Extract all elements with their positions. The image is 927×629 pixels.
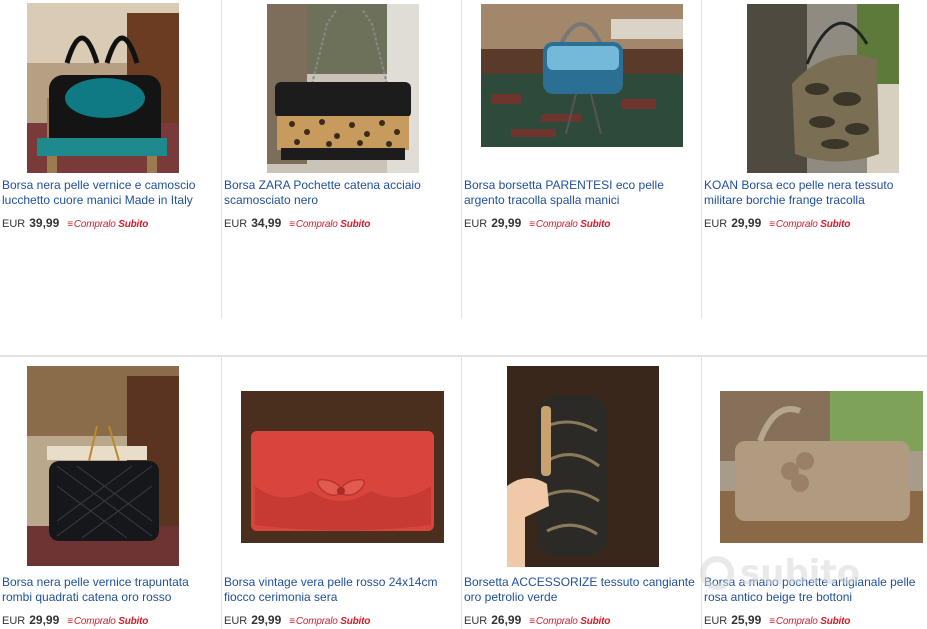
subito-watermark: subito: [700, 548, 880, 598]
currency: EUR: [224, 615, 248, 627]
product-image[interactable]: [241, 391, 444, 543]
listing-title[interactable]: Borsa nera pelle vernice e camoscio lucc…: [2, 178, 215, 208]
listing-title[interactable]: KOAN Borsa eco pelle nera tessuto milita…: [704, 178, 921, 208]
price-value: 29,99: [491, 216, 522, 230]
currency: EUR: [464, 218, 488, 230]
listing-title[interactable]: Borsa nera pelle vernice trapuntata romb…: [2, 575, 215, 605]
watermark-text: subito: [740, 553, 861, 593]
listing-card[interactable]: Borsa vintage vera pelle rosso 24x14cm f…: [222, 357, 462, 629]
product-image[interactable]: [747, 4, 899, 173]
listing-card[interactable]: Borsetta ACCESSORIZE tessuto cangiante o…: [462, 357, 702, 629]
arrow-icon: ≡: [769, 219, 775, 230]
listing-card[interactable]: Borsa nera pelle vernice e camoscio lucc…: [0, 0, 222, 318]
price: EUR 26,99 ≡Compralo Subito: [464, 613, 610, 627]
listing-card[interactable]: Borsa borsetta PARENTESI eco pelle argen…: [462, 0, 702, 318]
currency: EUR: [704, 615, 728, 627]
price: EUR 34,99 ≡Compralo Subito: [224, 216, 370, 230]
arrow-icon: ≡: [529, 616, 535, 627]
listing-card[interactable]: Borsa nera pelle vernice trapuntata romb…: [0, 357, 222, 629]
listing-grid: Borsa nera pelle vernice e camoscio lucc…: [0, 0, 927, 629]
buy-now-badge[interactable]: ≡Compralo Subito: [67, 219, 148, 230]
currency: EUR: [2, 615, 26, 627]
price: EUR 29,99 ≡Compralo Subito: [2, 613, 148, 627]
price-value: 29,99: [731, 216, 762, 230]
price-value: 29,99: [251, 613, 282, 627]
arrow-icon: ≡: [289, 616, 295, 627]
buy-now-badge[interactable]: ≡Compralo Subito: [289, 219, 370, 230]
listing-card[interactable]: KOAN Borsa eco pelle nera tessuto milita…: [702, 0, 927, 318]
buy-now-badge[interactable]: ≡Compralo Subito: [289, 616, 370, 627]
listing-title[interactable]: Borsa vintage vera pelle rosso 24x14cm f…: [224, 575, 455, 605]
currency: EUR: [2, 218, 26, 230]
price: EUR 29,99 ≡Compralo Subito: [464, 216, 610, 230]
buy-now-badge[interactable]: ≡Compralo Subito: [769, 219, 850, 230]
currency: EUR: [704, 218, 728, 230]
price-value: 25,99: [731, 613, 762, 627]
price-value: 39,99: [29, 216, 60, 230]
currency: EUR: [224, 218, 248, 230]
product-image[interactable]: [267, 4, 419, 173]
price-value: 26,99: [491, 613, 522, 627]
listing-card[interactable]: Borsa ZARA Pochette catena acciaio scamo…: [222, 0, 462, 318]
buy-now-badge[interactable]: ≡Compralo Subito: [529, 616, 610, 627]
buy-now-badge[interactable]: ≡Compralo Subito: [67, 616, 148, 627]
price: EUR 29,99 ≡Compralo Subito: [704, 216, 850, 230]
buy-now-badge[interactable]: ≡Compralo Subito: [769, 616, 850, 627]
product-image[interactable]: [27, 3, 179, 173]
price-value: 34,99: [251, 216, 282, 230]
listing-title[interactable]: Borsa borsetta PARENTESI eco pelle argen…: [464, 178, 695, 208]
buy-now-badge[interactable]: ≡Compralo Subito: [529, 219, 610, 230]
listing-title[interactable]: Borsetta ACCESSORIZE tessuto cangiante o…: [464, 575, 695, 605]
listing-title[interactable]: Borsa ZARA Pochette catena acciaio scamo…: [224, 178, 455, 208]
product-image[interactable]: [481, 4, 683, 147]
price: EUR 29,99 ≡Compralo Subito: [224, 613, 370, 627]
product-image[interactable]: [27, 366, 179, 566]
subito-logo-icon: [700, 556, 734, 590]
arrow-icon: ≡: [529, 219, 535, 230]
price: EUR 25,99 ≡Compralo Subito: [704, 613, 850, 627]
listing-row: Borsa nera pelle vernice e camoscio lucc…: [0, 0, 927, 318]
arrow-icon: ≡: [289, 219, 295, 230]
price-value: 29,99: [29, 613, 60, 627]
arrow-icon: ≡: [67, 616, 73, 627]
product-image[interactable]: [507, 366, 659, 567]
currency: EUR: [464, 615, 488, 627]
arrow-icon: ≡: [67, 219, 73, 230]
arrow-icon: ≡: [769, 616, 775, 627]
price: EUR 39,99 ≡Compralo Subito: [2, 216, 148, 230]
product-image[interactable]: [720, 391, 923, 543]
